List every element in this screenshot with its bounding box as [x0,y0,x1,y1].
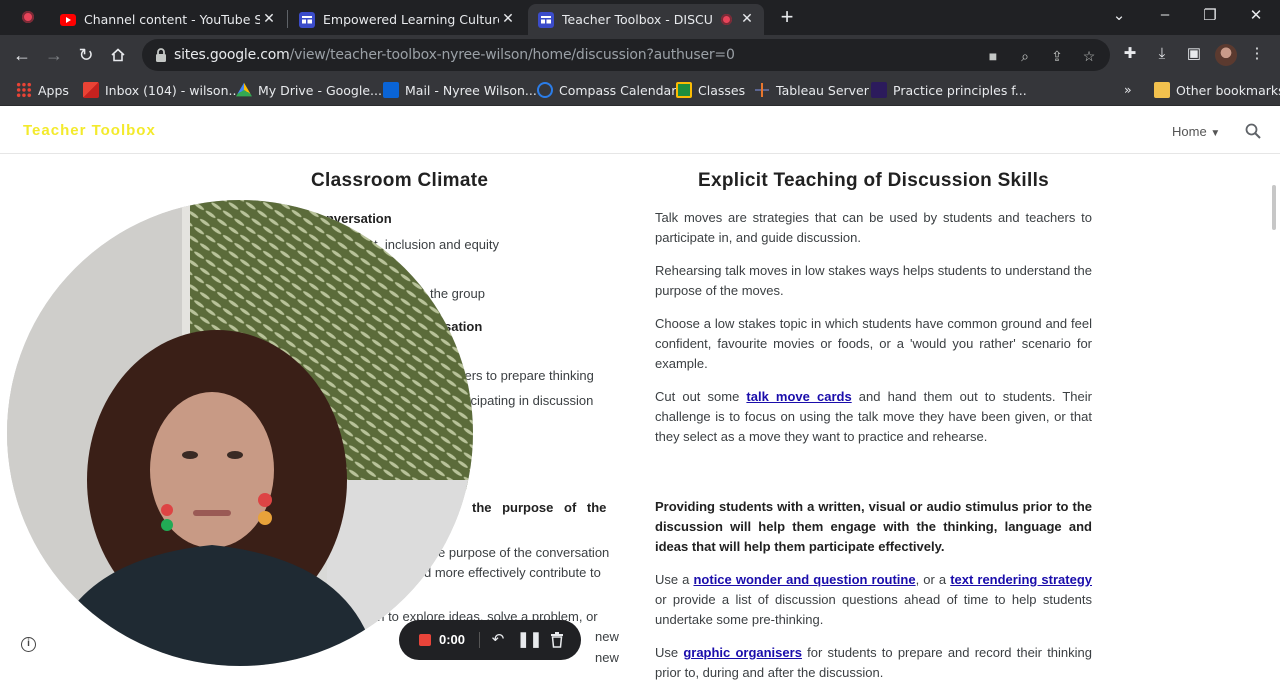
reload-icon[interactable]: ↻ [74,43,98,67]
chevron-down-icon: ▼ [1210,128,1221,139]
bookmark-classes[interactable]: Classes [676,82,745,98]
lock-icon [156,48,166,62]
recording-indicator-icon [22,11,34,23]
webcam-video [7,200,473,666]
graphic-organisers-link[interactable]: graphic organisers [683,645,802,660]
profile-avatar[interactable] [1215,44,1237,66]
tab-divider [287,10,288,28]
stimulus-paragraph: Providing students with a written, visua… [655,499,1092,554]
left-text-fragment: new [595,629,619,644]
left-text-fragment: ticipating in discussion [464,393,594,408]
forward-icon[interactable]: → [42,43,66,67]
site-title[interactable]: Teacher Toolbox [23,122,156,139]
talk-moves-paragraph: Talk moves are strategies that can be us… [655,210,1092,245]
recorder-controls: 0:00 ↶ ❚❚ [399,620,581,660]
talk-move-cards-paragraph: Cut out some talk move cards and hand th… [655,389,1092,444]
left-text-fragment: the group [430,286,485,301]
close-tab-icon[interactable]: ✕ [260,10,278,28]
discussion-skills-heading: Explicit Teaching of Discussion Skills [698,170,1050,191]
bookmarks-overflow-icon[interactable]: » [1124,82,1132,97]
rehearsing-paragraph: Rehearsing talk moves in low stakes ways… [655,263,1092,298]
undo-icon[interactable]: ↶ [488,630,508,650]
bookmark-tableau[interactable]: Tableau Server [754,82,869,98]
bookmark-mail[interactable]: Mail - Nyree Wilson... [383,82,537,98]
left-text-fragment: the purpose of the [472,500,607,515]
tab-youtube-studio[interactable]: Channel content - YouTube Studio ✕ [50,4,286,35]
youtube-icon [60,12,76,28]
bookmark-apps[interactable]: Apps [16,82,69,98]
left-text-fragment: d more effectively contribute to [424,565,601,580]
outlook-icon [383,82,399,98]
recording-indicator-icon [721,14,732,25]
classroom-icon [676,82,692,98]
apps-grid-icon [16,82,32,98]
talk-move-cards-link[interactable]: talk move cards [746,389,851,404]
search-icon[interactable] [1245,123,1261,139]
tab-title: Empowered Learning Cultures [323,12,499,27]
zoom-icon[interactable]: ⌕ [1016,47,1034,65]
tab-teacher-toolbox[interactable]: Teacher Toolbox - DISCUSSION ✕ [528,4,764,35]
url-text: sites.google.com/view/teacher-toolbox-ny… [174,47,735,63]
close-window-icon[interactable]: ✕ [1244,6,1268,24]
bookmark-inbox[interactable]: Inbox (104) - wilson... [83,82,240,98]
low-stakes-paragraph: Choose a low stakes topic in which stude… [655,316,1092,371]
other-bookmarks[interactable]: Other bookmarks [1154,82,1280,98]
gmail-icon [83,82,99,98]
graphic-organisers-paragraph: Use graphic organisers for students to p… [655,645,1093,680]
close-tab-icon[interactable]: ✕ [738,10,756,28]
webcam-bubble[interactable] [7,200,473,666]
address-bar[interactable]: sites.google.com/view/teacher-toolbox-ny… [142,39,1110,71]
bookmark-practice-principles[interactable]: Practice principles f... [871,82,1027,98]
recording-timer: 0:00 [439,632,466,647]
home-icon[interactable] [106,43,130,67]
minimize-icon[interactable]: – [1153,6,1177,23]
bookmarks-bar: Apps Inbox (104) - wilson... My Drive - … [0,75,1280,106]
download-icon[interactable]: ⤓ [1151,43,1173,65]
stop-recording-button[interactable] [419,634,431,646]
bookmark-star-icon[interactable]: ☆ [1080,47,1098,65]
left-text-fragment: new [595,650,619,665]
menu-icon[interactable]: ⋮ [1246,43,1268,65]
left-text-fragment: sers to prepare thinking [458,368,594,383]
new-tab-button[interactable]: + [776,4,798,30]
classroom-climate-heading: Classroom Climate [311,170,489,191]
trash-icon[interactable] [547,630,567,650]
left-text-fragment: t, inclusion and equity [374,237,500,252]
tab-search-icon[interactable]: ⌄ [1107,6,1131,24]
site-header: Teacher Toolbox Home ▼ [0,107,1280,154]
browser-toolbar: ← → ↻ sites.google.com/view/teacher-tool… [0,35,1280,75]
extensions-icon[interactable]: ✚ [1119,43,1141,65]
routine-paragraph: Use a notice wonder and question routine… [655,572,1092,627]
close-tab-icon[interactable]: ✕ [499,10,517,28]
tab-empowered-learning[interactable]: Empowered Learning Cultures ✕ [289,4,525,35]
bookmark-page-icon [871,82,887,98]
back-icon[interactable]: ← [10,43,34,67]
left-text-fragment: e purpose of the conversation [438,545,610,560]
google-sites-icon [538,11,554,28]
page-scrollbar[interactable] [1272,185,1276,230]
camera-in-use-icon[interactable]: ■ [984,47,1002,65]
restore-icon[interactable]: ❐ [1198,6,1222,24]
tableau-icon [754,82,770,98]
google-drive-icon [236,82,252,97]
recorder-divider [479,632,480,648]
text-rendering-link[interactable]: text rendering strategy [950,572,1092,587]
tab-title: Channel content - YouTube Studio [84,12,260,27]
bookmark-compass-calendar[interactable]: Compass Calendar [537,82,676,98]
folder-icon [1154,82,1170,98]
tab-title: Teacher Toolbox - DISCUSSION [562,12,712,27]
info-icon[interactable]: i [21,637,36,652]
google-sites-icon [299,11,315,28]
tab-strip: Channel content - YouTube Studio ✕ Empow… [0,0,1280,35]
nav-home[interactable]: Home ▼ [1172,124,1220,139]
side-panel-icon[interactable]: ▣ [1183,43,1205,65]
pause-icon[interactable]: ❚❚ [517,630,542,650]
bookmark-my-drive[interactable]: My Drive - Google... [236,82,382,98]
compass-icon [537,82,553,98]
notice-wonder-link[interactable]: notice wonder and question routine [693,572,915,587]
share-icon[interactable]: ⇪ [1048,47,1066,65]
